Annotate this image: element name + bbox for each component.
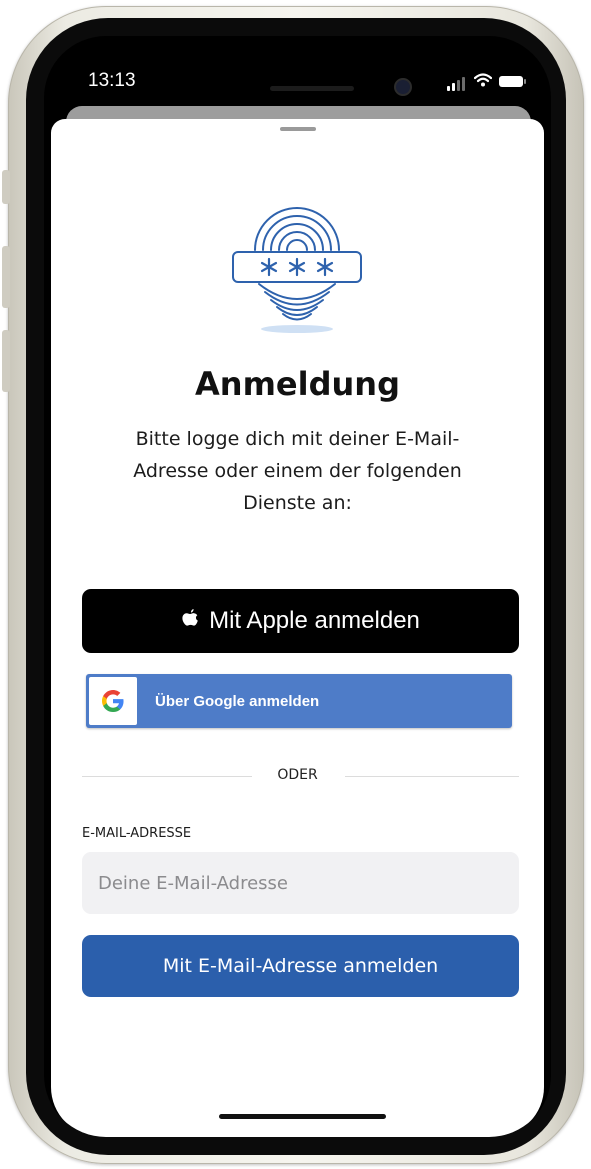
cellular-signal-icon (447, 72, 467, 91)
email-field[interactable]: Deine E-Mail-Adresse (82, 852, 519, 914)
email-sign-in-label: Mit E-Mail-Adresse anmelden (162, 955, 439, 977)
divider-or-label: ODER (277, 767, 318, 783)
battery-icon (499, 76, 526, 87)
wifi-icon (473, 72, 493, 91)
email-sign-in-button[interactable]: Mit E-Mail-Adresse anmelden (82, 935, 519, 997)
email-field-label: E-MAIL-ADRESSE (82, 826, 192, 841)
sheet-grab-handle[interactable] (280, 127, 316, 131)
home-indicator[interactable] (219, 1114, 386, 1119)
apple-logo-icon (181, 607, 199, 635)
speaker-grille (270, 86, 354, 91)
login-instructions: Bitte logge dich mit deiner E-Mail-Adres… (133, 428, 462, 514)
status-icons (447, 72, 526, 91)
side-button (2, 170, 10, 204)
google-sign-in-label: Über Google anmelden (155, 692, 320, 710)
fingerprint-password-icon (219, 164, 375, 334)
status-time: 13:13 (88, 70, 136, 91)
google-sign-in-button[interactable]: Über Google anmelden (86, 674, 512, 728)
side-button (2, 330, 10, 392)
google-g-icon (89, 677, 137, 725)
login-sheet: Anmeldung Bitte logge dich mit deiner E-… (51, 119, 544, 1137)
phone-screen: 13:13 Anmeldung Bitte logge dich mit dei… (44, 36, 551, 1137)
email-field-placeholder: Deine E-Mail-Adresse (98, 872, 289, 894)
front-camera (394, 78, 412, 96)
apple-sign-in-label: Mit Apple anmelden (209, 607, 420, 634)
side-button (2, 246, 10, 308)
apple-sign-in-button[interactable]: Mit Apple anmelden (82, 589, 519, 653)
page-title: Anmeldung (195, 365, 400, 403)
